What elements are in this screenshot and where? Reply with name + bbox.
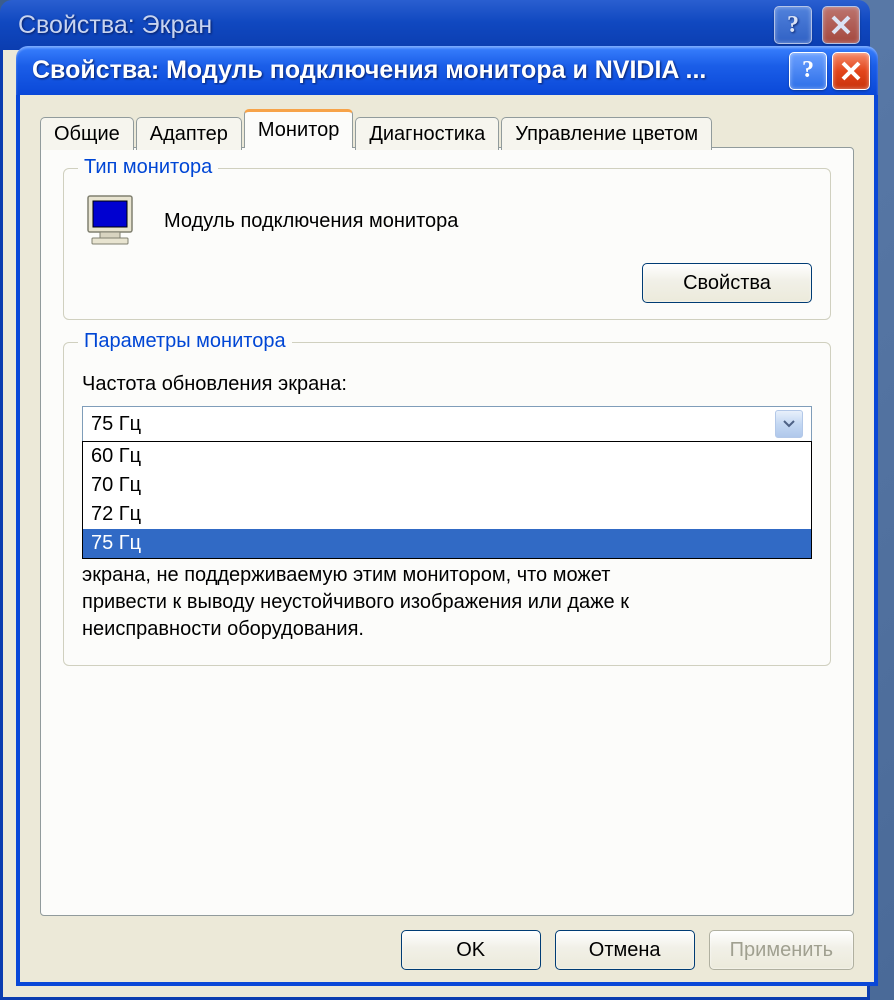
parent-help-button[interactable]: ? <box>774 6 812 44</box>
dropdown-option[interactable]: 75 Гц <box>83 529 811 558</box>
tabstrip: Общие Адаптер Монитор Диагностика Управл… <box>40 109 854 147</box>
hide-modes-info-text: экрана, не поддерживаемую этим монитором… <box>82 562 812 643</box>
close-button[interactable] <box>832 52 870 90</box>
help-button[interactable]: ? <box>789 52 827 90</box>
info-line-1: экрана, не поддерживаемую этим монитором… <box>82 564 610 586</box>
info-line-2: привести к выводу неустойчивого изображе… <box>82 591 629 613</box>
tab-panel-monitor: Тип монитора Модуль подключения монитора… <box>40 147 854 916</box>
cancel-button[interactable]: Отмена <box>555 930 695 970</box>
tab-general[interactable]: Общие <box>40 117 134 150</box>
parent-title: Свойства: Экран <box>18 11 769 40</box>
parent-close-button[interactable] <box>822 6 860 44</box>
refresh-rate-label: Частота обновления экрана: <box>82 373 812 396</box>
tab-monitor[interactable]: Монитор <box>244 109 353 148</box>
monitor-device-name: Модуль подключения монитора <box>164 210 458 233</box>
info-line-3: неисправности оборудования. <box>82 618 364 640</box>
properties-dialog: Свойства: Модуль подключения монитора и … <box>16 46 878 986</box>
monitor-icon <box>82 191 142 251</box>
dialog-titlebar[interactable]: Свойства: Модуль подключения монитора и … <box>16 46 878 95</box>
ok-button[interactable]: OK <box>401 930 541 970</box>
groupbox-monitor-params-title: Параметры монитора <box>78 330 292 353</box>
refresh-rate-selected: 75 Гц <box>91 413 775 436</box>
dialog-body: Общие Адаптер Монитор Диагностика Управл… <box>16 95 878 986</box>
tab-adapter[interactable]: Адаптер <box>136 117 242 150</box>
dropdown-option[interactable]: 72 Гц <box>83 500 811 529</box>
dialog-button-row: OK Отмена Применить <box>40 916 854 970</box>
refresh-rate-dropdown-list: 60 Гц 70 Гц 72 Гц 75 Гц <box>82 441 812 559</box>
properties-button[interactable]: Свойства <box>642 263 812 303</box>
groupbox-monitor-type-title: Тип монитора <box>78 156 218 179</box>
groupbox-monitor-params: Параметры монитора Частота обновления эк… <box>63 342 831 666</box>
dropdown-option[interactable]: 60 Гц <box>83 442 811 471</box>
parent-titlebar: Свойства: Экран ? <box>0 0 870 50</box>
tab-diagnostics[interactable]: Диагностика <box>355 117 499 150</box>
chevron-down-icon[interactable] <box>775 410 803 438</box>
apply-button[interactable]: Применить <box>709 930 854 970</box>
groupbox-monitor-type: Тип монитора Модуль подключения монитора… <box>63 168 831 320</box>
refresh-rate-dropdown[interactable]: 75 Гц <box>82 406 812 442</box>
dropdown-option[interactable]: 70 Гц <box>83 471 811 500</box>
dialog-title: Свойства: Модуль подключения монитора и … <box>32 56 784 85</box>
refresh-rate-dropdown-wrap: 75 Гц 60 Гц 70 Гц 72 Гц 75 Гц <box>82 406 812 442</box>
tab-color-management[interactable]: Управление цветом <box>501 117 712 150</box>
